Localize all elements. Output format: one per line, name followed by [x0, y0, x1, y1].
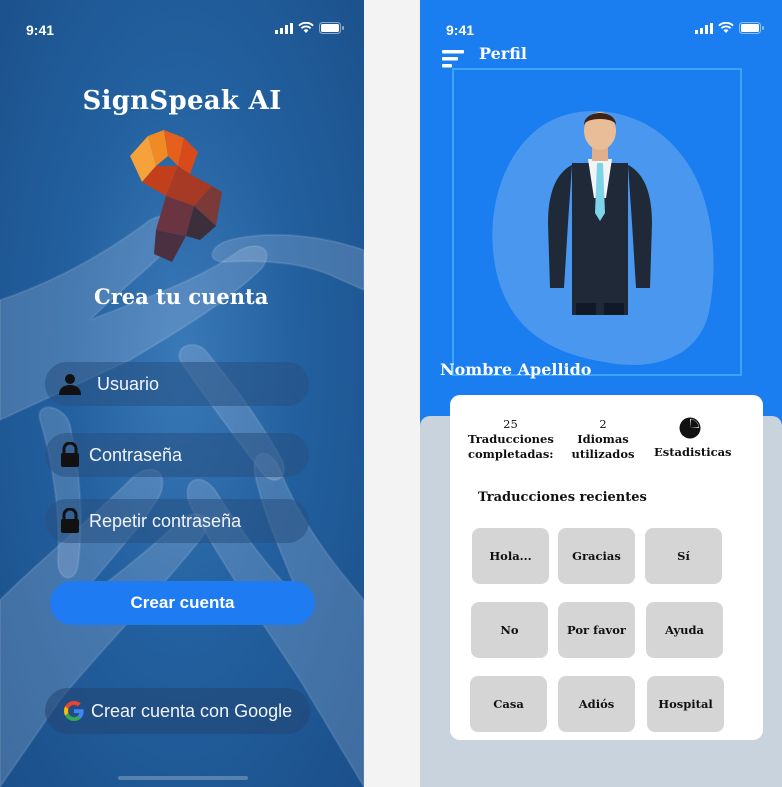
create-account-button[interactable]: Crear cuenta: [50, 581, 315, 625]
home-indicator: [118, 776, 248, 780]
canvas: 9:41 SignSpeak AI Crea tu cuenta Usuario…: [0, 0, 782, 787]
recent-item[interactable]: Ayuda: [646, 602, 723, 658]
signup-heading: Crea tu cuenta: [94, 284, 269, 309]
status-bar: 9:41: [0, 20, 364, 40]
recent-translations-title: Traducciones recientes: [478, 490, 647, 505]
recent-item[interactable]: No: [471, 602, 548, 658]
profile-name: Nombre Apellido: [440, 360, 592, 379]
languages-count: 2: [599, 417, 607, 431]
menu-icon[interactable]: [442, 50, 464, 68]
status-time: 9:41: [446, 22, 475, 38]
translations-stat: 25 Traducciones completadas:: [468, 417, 554, 462]
pie-chart-icon[interactable]: [679, 417, 701, 439]
wifi-icon: [298, 22, 314, 33]
password-placeholder: Contraseña: [89, 444, 183, 465]
page-title: Perfil: [479, 44, 527, 63]
recent-item[interactable]: Casa: [470, 676, 547, 732]
recent-item[interactable]: Sí: [645, 528, 722, 584]
status-time: 9:41: [26, 22, 55, 38]
app-title: SignSpeak AI: [82, 86, 282, 116]
signal-icon: [275, 22, 293, 34]
recent-item[interactable]: Hola...: [472, 528, 549, 584]
lock-icon: [57, 442, 83, 468]
translations-label-line1: Traducciones: [468, 432, 554, 446]
recent-item[interactable]: Hospital: [647, 676, 724, 732]
wifi-icon: [718, 22, 734, 33]
battery-icon: [319, 22, 344, 34]
repeat-password-placeholder: Repetir contraseña: [89, 510, 242, 531]
languages-label-line1: Idiomas: [577, 432, 629, 446]
user-icon: [57, 371, 83, 397]
stats-card: 25 Traducciones completadas: 2 Idiomas u…: [450, 395, 763, 740]
profile-screen: 9:41 Perfil Nombre Apellido 25 Traduccio…: [420, 0, 782, 787]
recent-item[interactable]: Gracias: [558, 528, 635, 584]
username-placeholder: Usuario: [97, 373, 160, 394]
google-icon: [63, 700, 85, 722]
repeat-password-field[interactable]: Repetir contraseña: [45, 499, 309, 543]
status-icons: [275, 22, 344, 34]
translations-label-line2: completadas:: [468, 447, 554, 461]
languages-label-line2: utilizados: [571, 447, 635, 461]
google-button-label: Crear cuenta con Google: [91, 700, 293, 721]
recent-item[interactable]: Por favor: [558, 602, 635, 658]
password-field[interactable]: Contraseña: [45, 433, 309, 477]
languages-stat: 2 Idiomas utilizados: [568, 417, 638, 462]
lock-icon: [57, 508, 83, 534]
signup-screen: 9:41 SignSpeak AI Crea tu cuenta Usuario…: [0, 0, 364, 787]
google-signup-button[interactable]: Crear cuenta con Google: [45, 688, 310, 734]
battery-icon: [739, 22, 764, 34]
status-bar: 9:41: [420, 20, 782, 40]
signal-icon: [695, 22, 713, 34]
username-field[interactable]: Usuario: [45, 362, 309, 406]
status-icons: [695, 22, 764, 34]
translations-count: 25: [503, 417, 518, 431]
hand-logo-icon: [130, 130, 222, 262]
recent-item[interactable]: Adiós: [558, 676, 635, 732]
profile-photo[interactable]: [546, 103, 654, 315]
statistics-link[interactable]: Estadisticas: [654, 445, 732, 459]
